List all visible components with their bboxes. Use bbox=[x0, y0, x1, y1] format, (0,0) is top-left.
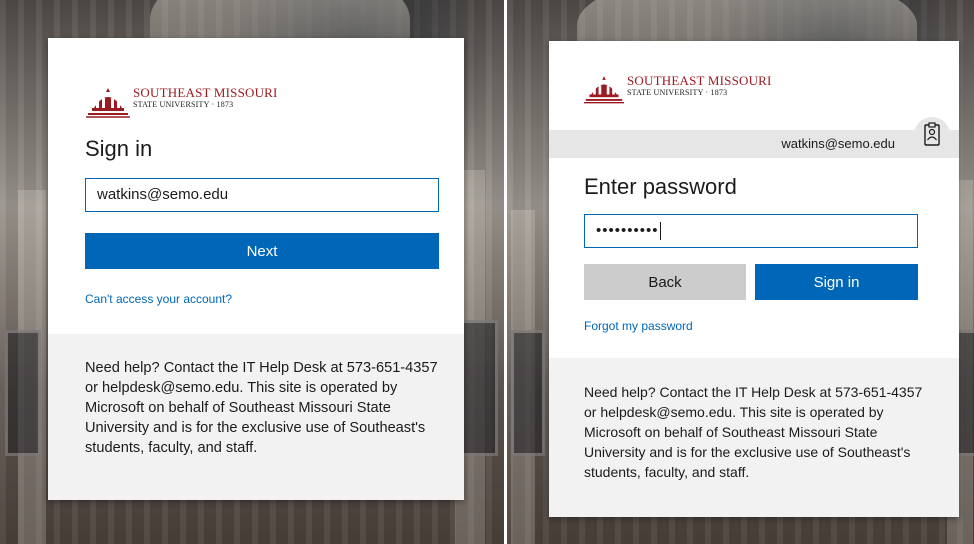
badge-icon bbox=[914, 117, 950, 153]
identity-email: watkins@semo.edu bbox=[781, 136, 895, 151]
page-title: Sign in bbox=[85, 136, 153, 161]
help-section: Need help? Contact the IT Help Desk at 5… bbox=[549, 358, 959, 517]
logo-line-1: SOUTHEAST MISSOURI bbox=[133, 85, 278, 100]
text-cursor bbox=[659, 222, 661, 241]
help-section: Need help? Contact the IT Help Desk at 5… bbox=[48, 334, 464, 500]
password-screen: SOUTHEAST MISSOURI STATE UNIVERSITY · 18… bbox=[507, 0, 974, 544]
logo-line-2: STATE UNIVERSITY · 1873 bbox=[133, 100, 234, 109]
dome-logo-icon bbox=[86, 88, 130, 118]
university-logo: SOUTHEAST MISSOURI STATE UNIVERSITY · 18… bbox=[584, 74, 772, 104]
logo-line-1: SOUTHEAST MISSOURI bbox=[627, 73, 772, 88]
cant-access-account-link[interactable]: Can't access your account? bbox=[85, 292, 232, 306]
page-title: Enter password bbox=[584, 174, 737, 199]
university-logo: SOUTHEAST MISSOURI STATE UNIVERSITY · 18… bbox=[86, 86, 278, 118]
background-window bbox=[5, 330, 41, 456]
help-text: Need help? Contact the IT Help Desk at 5… bbox=[85, 360, 438, 456]
password-card-body: SOUTHEAST MISSOURI STATE UNIVERSITY · 18… bbox=[549, 41, 959, 358]
back-button[interactable]: Back bbox=[584, 264, 746, 300]
signin-card-body: SOUTHEAST MISSOURI STATE UNIVERSITY · 18… bbox=[48, 38, 464, 334]
background-window bbox=[460, 320, 498, 456]
sign-in-button[interactable]: Sign in bbox=[755, 264, 918, 300]
identity-banner[interactable]: watkins@semo.edu bbox=[549, 117, 959, 158]
dome-logo-icon bbox=[584, 76, 624, 104]
email-field[interactable]: watkins@semo.edu bbox=[85, 178, 439, 212]
signin-card: SOUTHEAST MISSOURI STATE UNIVERSITY · 18… bbox=[48, 38, 464, 500]
background-window bbox=[511, 330, 545, 456]
next-button[interactable]: Next bbox=[85, 233, 439, 269]
password-field[interactable]: •••••••••• bbox=[584, 214, 918, 248]
logo-line-2: STATE UNIVERSITY · 1873 bbox=[627, 88, 728, 97]
forgot-password-link[interactable]: Forgot my password bbox=[584, 319, 693, 333]
password-card: SOUTHEAST MISSOURI STATE UNIVERSITY · 18… bbox=[549, 41, 959, 517]
signin-screen: SOUTHEAST MISSOURI STATE UNIVERSITY · 18… bbox=[0, 0, 504, 544]
password-mask: •••••••••• bbox=[596, 222, 659, 239]
help-text: Need help? Contact the IT Help Desk at 5… bbox=[584, 384, 923, 480]
